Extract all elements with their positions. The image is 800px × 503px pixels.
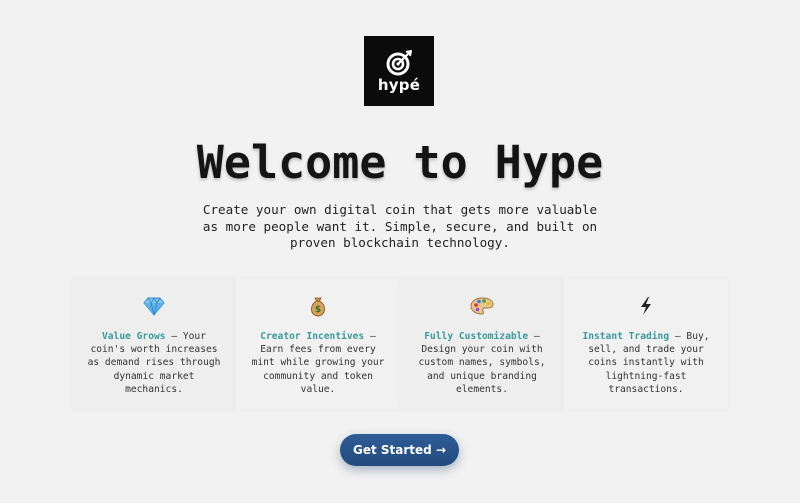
feature-title: Value Grows: [102, 331, 166, 342]
feature-text: Fully Customizable — Design your coin wi…: [410, 330, 554, 396]
feature-text: Creator Incentives — Earn fees from ever…: [246, 330, 390, 396]
lightning-icon: [574, 294, 718, 318]
feature-title: Creator Incentives: [260, 331, 365, 342]
feature-card-instant-trading: Instant Trading — Buy, sell, and trade y…: [564, 278, 728, 410]
money-bag-icon: $: [246, 294, 390, 318]
feature-card-fully-customizable: Fully Customizable — Design your coin wi…: [400, 278, 564, 410]
get-started-button[interactable]: Get Started →: [340, 434, 459, 466]
landing-page: hypé Welcome to Hype Create your own dig…: [0, 0, 800, 503]
feature-card-value-grows: Value Grows — Your coin's worth increase…: [72, 278, 236, 410]
hype-logo[interactable]: hypé: [364, 36, 434, 106]
palette-icon: [410, 294, 554, 318]
gem-icon: [82, 294, 226, 318]
feature-card-creator-incentives: $ Creator Incentives — Earn fees from ev…: [236, 278, 400, 410]
page-subtitle: Create your own digital coin that gets m…: [202, 202, 598, 250]
logo-wordmark: hypé: [377, 75, 421, 94]
feature-list: Value Grows — Your coin's worth increase…: [72, 278, 728, 410]
feature-title: Fully Customizable: [424, 331, 529, 342]
svg-text:$: $: [315, 305, 321, 315]
feature-title: Instant Trading: [582, 331, 670, 342]
feature-text: Instant Trading — Buy, sell, and trade y…: [574, 330, 718, 396]
page-title: Welcome to Hype: [196, 136, 604, 189]
feature-text: Value Grows — Your coin's worth increase…: [82, 330, 226, 396]
spiral-target-icon: [386, 49, 412, 75]
